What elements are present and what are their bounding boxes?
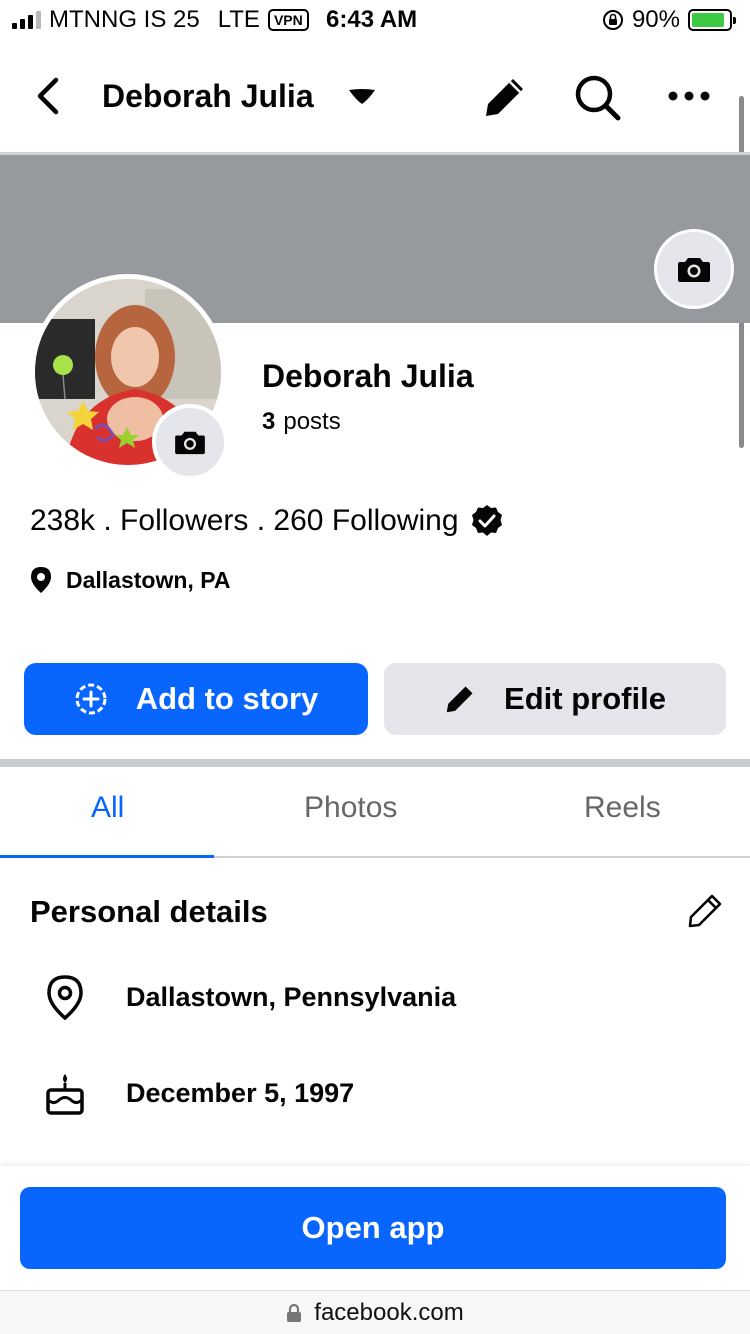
status-time: 6:43 AM — [326, 6, 418, 33]
pencil-icon[interactable] — [482, 74, 528, 120]
verified-badge-icon — [471, 505, 502, 536]
add-to-story-button[interactable]: Add to story — [24, 663, 368, 735]
location-text: Dallastown, PA — [66, 566, 231, 593]
search-icon[interactable] — [572, 72, 622, 122]
status-left: MTNNG IS 25 LTE VPN — [12, 6, 309, 34]
vpn-badge: VPN — [267, 9, 309, 31]
header-title[interactable]: Deborah Julia — [102, 78, 314, 115]
lock-icon — [287, 1303, 302, 1322]
detail-row-birthday: December 5, 1997 — [44, 1070, 354, 1116]
profile-header: Deborah Julia — [0, 50, 750, 144]
back-icon[interactable] — [30, 76, 66, 116]
battery-icon — [688, 9, 736, 31]
edit-profile-button[interactable]: Edit profile — [384, 663, 726, 735]
location-pin-icon — [31, 567, 51, 593]
network-label: LTE — [217, 6, 260, 33]
add-to-story-label: Add to story — [135, 681, 319, 716]
follow-stats: 238k . Followers . 260 Following — [30, 503, 505, 539]
caret-down-icon[interactable] — [346, 84, 378, 108]
detail-birthday-text: December 5, 1997 — [126, 1077, 355, 1108]
bottom-panel: Open app facebook.com — [0, 1166, 750, 1334]
tab-all[interactable]: All — [91, 791, 124, 825]
status-bar: MTNNG IS 25 LTE VPN 6:43 AM 90% — [0, 0, 750, 42]
edit-details-pencil-icon[interactable] — [686, 892, 724, 930]
tab-reels[interactable]: Reels — [584, 791, 661, 825]
edit-profile-label: Edit profile — [504, 681, 666, 716]
posts-label: posts — [283, 408, 341, 435]
open-app-button[interactable]: Open app — [20, 1187, 726, 1269]
pencil-icon — [446, 686, 473, 713]
profile-location: Dallastown, PA — [30, 566, 230, 594]
avatar-camera-button[interactable] — [152, 404, 228, 480]
more-icon[interactable] — [666, 80, 712, 112]
posts-number: 3 — [262, 408, 276, 435]
camera-icon — [678, 258, 710, 282]
posts-count: 3 posts — [262, 408, 341, 436]
profile-name: Deborah Julia — [262, 358, 474, 394]
status-right: 90% — [602, 6, 736, 34]
birthday-cake-icon — [46, 1074, 84, 1115]
detail-location-text: Dallastown, Pennsylvania — [126, 981, 457, 1012]
tab-photos[interactable]: Photos — [304, 791, 397, 825]
personal-details-title: Personal details — [30, 894, 268, 929]
carrier-label: MTNNG IS 25 — [49, 6, 200, 33]
battery-percent: 90% — [631, 6, 680, 33]
follow-text[interactable]: 238k . Followers . 260 Following — [30, 504, 459, 538]
camera-icon — [175, 431, 205, 455]
signal-icon — [12, 11, 41, 29]
section-divider — [0, 759, 750, 767]
cover-camera-button[interactable] — [654, 229, 734, 309]
add-circle-icon — [75, 683, 107, 715]
location-pin-icon — [47, 975, 83, 1020]
detail-row-location: Dallastown, Pennsylvania — [44, 974, 456, 1020]
profile-tabs: All Photos Reels — [0, 767, 750, 858]
url-bar[interactable]: facebook.com — [0, 1290, 750, 1334]
rotation-lock-icon — [602, 10, 623, 30]
active-tab-indicator — [0, 855, 214, 858]
url-text: facebook.com — [314, 1298, 464, 1326]
